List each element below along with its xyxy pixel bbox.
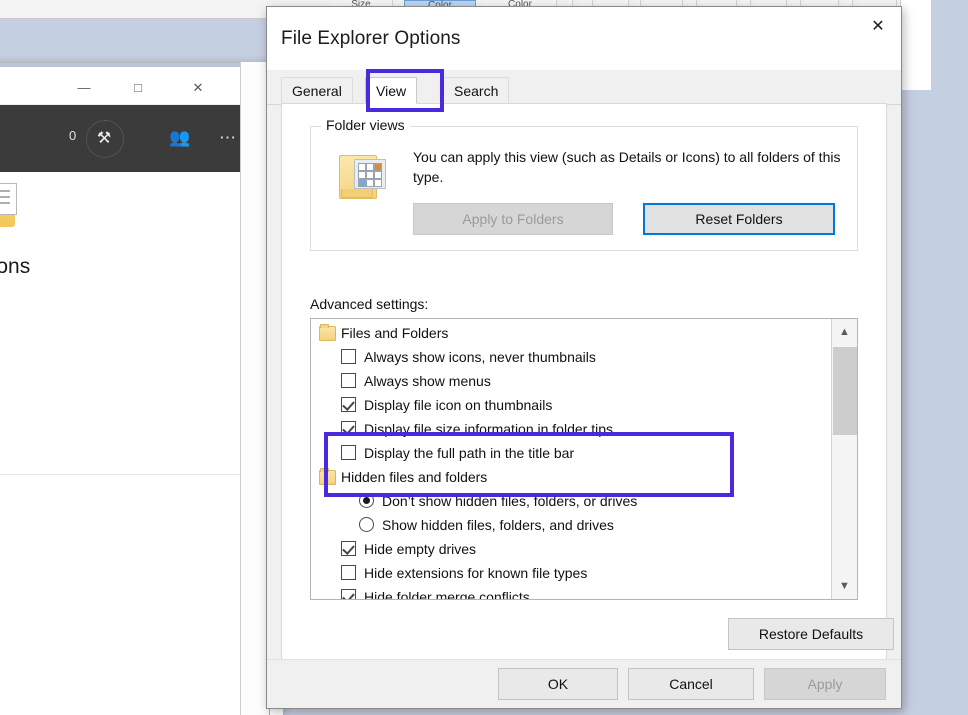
list-item-label: Always show icons, never thumbnails <box>364 349 596 365</box>
list-item-label: Hidden files and folders <box>341 469 487 485</box>
radio-button[interactable] <box>359 493 374 508</box>
checkbox[interactable] <box>341 541 356 556</box>
advanced-settings-scrollbar[interactable]: ▲ ▼ <box>831 319 857 599</box>
list-item[interactable]: Hide folder merge conflicts <box>311 585 831 600</box>
list-item[interactable]: Display file size information in folder … <box>311 417 831 441</box>
folder-views-legend: Folder views <box>321 117 410 133</box>
list-item[interactable]: Always show icons, never thumbnails <box>311 345 831 369</box>
minimize-icon[interactable]: — <box>61 71 107 104</box>
list-group-hidden-files-and-folders[interactable]: Hidden files and folders <box>311 465 831 489</box>
list-item-label: Show hidden files, folders, and drives <box>382 517 614 533</box>
checkbox[interactable] <box>341 349 356 364</box>
more-ellipsis-icon[interactable]: ⋯ <box>219 128 236 148</box>
screen: Size Color Color — □ ✕ 0 ⚒ <box>0 0 968 715</box>
tab-search[interactable]: Search <box>443 77 509 104</box>
dialog-footer: OK Cancel Apply <box>267 659 901 708</box>
background-window-right-edge <box>900 0 931 90</box>
list-item-label: Don’t show hidden files, folders, or dri… <box>382 493 637 509</box>
list-item-label: Hide empty drives <box>364 541 476 557</box>
share-person-icon[interactable]: 👥 <box>169 128 190 148</box>
folder-views-description: You can apply this view (such as Details… <box>413 147 843 187</box>
restore-defaults-button[interactable]: Restore Defaults <box>728 618 894 650</box>
tab-general[interactable]: General <box>281 77 353 104</box>
list-item-dont-show-hidden[interactable]: Don’t show hidden files, folders, or dri… <box>311 489 831 513</box>
list-item-label: Hide extensions for known file types <box>364 565 587 581</box>
reset-folders-button[interactable]: Reset Folders <box>643 203 835 235</box>
list-item-label: Files and Folders <box>341 325 448 341</box>
apply-button[interactable]: Apply <box>764 668 886 700</box>
list-item[interactable]: Always show menus <box>311 369 831 393</box>
advanced-settings-list: Files and Folders Always show icons, nev… <box>311 319 831 600</box>
checkbox[interactable] <box>341 565 356 580</box>
chevron-down-icon[interactable]: ▼ <box>832 573 857 599</box>
list-item-label: Hide folder merge conflicts <box>364 589 530 600</box>
checkbox[interactable] <box>341 421 356 436</box>
notification-count: 0 <box>69 128 76 143</box>
file-explorer-options-dialog: File Explorer Options ✕ General View Sea… <box>266 6 902 709</box>
checkbox[interactable] <box>341 445 356 460</box>
list-item[interactable]: Hide extensions for known file types <box>311 561 831 585</box>
list-item-label: Display file icon on thumbnails <box>364 397 552 413</box>
checkbox[interactable] <box>341 397 356 412</box>
ok-button[interactable]: OK <box>498 668 618 700</box>
checkbox[interactable] <box>341 373 356 388</box>
checkbox[interactable] <box>341 589 356 600</box>
dialog-titlebar: File Explorer Options ✕ <box>267 7 901 70</box>
cancel-button[interactable]: Cancel <box>628 668 754 700</box>
maximize-icon[interactable]: □ <box>115 71 161 104</box>
list-group-files-and-folders[interactable]: Files and Folders <box>311 321 831 345</box>
list-item-label: Always show menus <box>364 373 491 389</box>
folder-views-icon <box>339 153 391 199</box>
list-item[interactable]: Display the full path in the title bar <box>311 441 831 465</box>
list-item-label: Display the full path in the title bar <box>364 445 574 461</box>
list-item[interactable]: Display file icon on thumbnails <box>311 393 831 417</box>
tab-view[interactable]: View <box>365 77 417 104</box>
close-icon[interactable]: ✕ <box>855 7 901 47</box>
radio-button[interactable] <box>359 517 374 532</box>
folder-views-group: Folder views <box>310 126 858 251</box>
folder-icon <box>319 470 336 485</box>
list-item-show-hidden[interactable]: Show hidden files, folders, and drives <box>311 513 831 537</box>
dialog-title: File Explorer Options <box>281 28 461 50</box>
chevron-up-icon[interactable]: ▲ <box>832 319 857 345</box>
close-icon[interactable]: ✕ <box>175 71 221 104</box>
advanced-settings-listbox[interactable]: Files and Folders Always show icons, nev… <box>310 318 858 600</box>
background-folder-icon <box>0 183 19 229</box>
list-item[interactable]: Hide empty drives <box>311 537 831 561</box>
advanced-settings-label: Advanced settings: <box>310 296 428 312</box>
folder-icon <box>319 326 336 341</box>
trophy-icon[interactable]: ⚒ <box>94 129 114 149</box>
background-page-title: r Options <box>0 255 30 279</box>
scrollbar-thumb[interactable] <box>833 347 857 435</box>
list-item-label: Display file size information in folder … <box>364 421 613 437</box>
apply-to-folders-button[interactable]: Apply to Folders <box>413 203 613 235</box>
view-tab-page: Folder views <box>281 103 887 660</box>
tabstrip: General View Search <box>267 70 901 105</box>
